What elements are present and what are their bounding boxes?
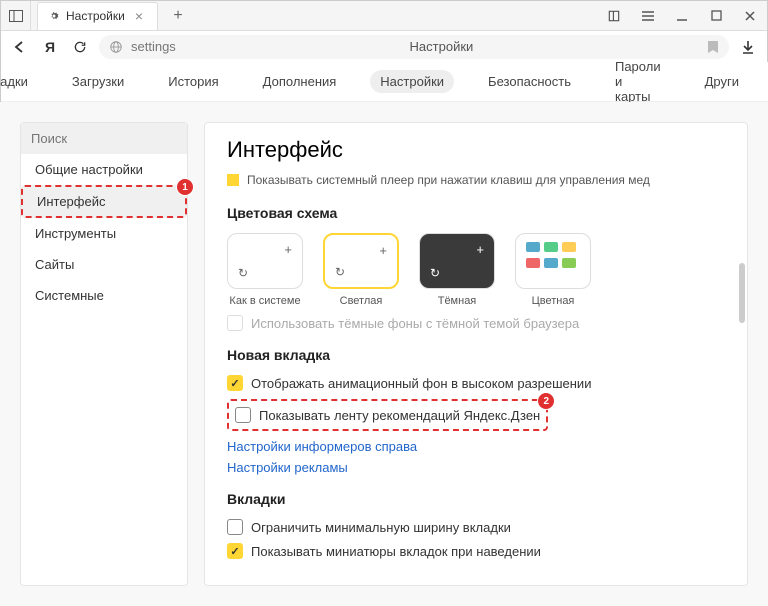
settings-nav: Закладки Загрузки История Дополнения Нас… <box>1 62 768 102</box>
theme-light[interactable]: +↻ Светлая <box>323 233 399 307</box>
globe-icon <box>109 40 123 54</box>
dark-bg-option-row: Использовать тёмные фоны с тёмной темой … <box>227 315 725 331</box>
thumbnails-option-row[interactable]: Показывать миниатюры вкладок при наведен… <box>227 543 725 559</box>
theme-label: Как в системе <box>229 295 300 307</box>
downloads-button[interactable] <box>737 36 759 58</box>
sidebar-item-system[interactable]: Системные <box>21 280 187 311</box>
sidebar-item-tools[interactable]: Инструменты <box>21 218 187 249</box>
nav-addons[interactable]: Дополнения <box>253 70 347 93</box>
checkbox-checked-icon[interactable] <box>227 174 239 186</box>
url-text: settings <box>131 39 176 54</box>
zen-feed-option-row[interactable]: Показывать ленту рекомендаций Яндекс.Дзе… <box>227 399 548 431</box>
tab-title: Настройки <box>66 9 125 23</box>
truncated-option-row: Показывать системный плеер при нажатии к… <box>227 173 725 187</box>
browser-tab[interactable]: Настройки × <box>37 2 158 30</box>
svg-text:Я: Я <box>45 39 55 55</box>
sidebar-item-sites[interactable]: Сайты <box>21 249 187 280</box>
page-heading: Интерфейс <box>227 137 725 163</box>
checkbox <box>227 315 243 331</box>
theme-system[interactable]: +↻ Как в системе <box>227 233 303 307</box>
option-label: Отображать анимационный фон в высоком ра… <box>251 376 591 391</box>
option-label: Ограничить минимальную ширину вкладки <box>251 520 511 535</box>
theme-label: Цветная <box>532 295 575 307</box>
truncated-option-label: Показывать системный плеер при нажатии к… <box>247 173 650 187</box>
bookmark-icon[interactable] <box>707 40 719 54</box>
titlebar: Настройки × + <box>1 1 767 31</box>
nav-history[interactable]: История <box>158 70 228 93</box>
panel-icon <box>9 10 23 22</box>
theme-color[interactable]: Цветная <box>515 233 591 307</box>
window-controls <box>597 1 767 31</box>
theme-label: Тёмная <box>438 295 477 307</box>
option-label: Показывать ленту рекомендаций Яндекс.Дзе… <box>259 408 540 423</box>
nav-downloads[interactable]: Загрузки <box>62 70 134 93</box>
section-tabs: Вкладки <box>227 491 725 507</box>
menu-button[interactable] <box>631 1 665 31</box>
option-label: Использовать тёмные фоны с тёмной темой … <box>251 316 579 331</box>
gear-icon <box>48 10 60 22</box>
nav-settings[interactable]: Настройки <box>370 70 454 93</box>
theme-label: Светлая <box>340 295 383 307</box>
nav-passwords[interactable]: Пароли и карты <box>605 55 671 108</box>
yandex-button[interactable]: Я <box>39 36 61 58</box>
checkbox[interactable] <box>227 519 243 535</box>
main-area: Общие настройки Интерфейс 1 Инструменты … <box>0 102 768 606</box>
minimize-button[interactable] <box>665 1 699 31</box>
scrollbar-thumb[interactable] <box>739 263 745 323</box>
section-new-tab: Новая вкладка <box>227 347 725 363</box>
min-width-option-row[interactable]: Ограничить минимальную ширину вкладки <box>227 519 725 535</box>
reader-mode-button[interactable] <box>597 1 631 31</box>
theme-dark[interactable]: +↻ Тёмная <box>419 233 495 307</box>
reload-button[interactable] <box>69 36 91 58</box>
sidebar-search-input[interactable] <box>21 123 187 154</box>
sidebar-item-label: Интерфейс <box>37 194 105 209</box>
checkbox[interactable] <box>227 375 243 391</box>
tab-close-button[interactable]: × <box>131 8 147 24</box>
nav-other[interactable]: Други <box>695 70 749 93</box>
settings-sidebar: Общие настройки Интерфейс 1 Инструменты … <box>20 122 188 586</box>
page-title: Настройки <box>184 39 699 54</box>
section-color-scheme: Цветовая схема <box>227 205 725 221</box>
settings-panel: Интерфейс Показывать системный плеер при… <box>204 122 748 586</box>
sidebar-item-interface[interactable]: Интерфейс 1 <box>21 185 187 218</box>
checkbox[interactable] <box>235 407 251 423</box>
checkbox[interactable] <box>227 543 243 559</box>
maximize-button[interactable] <box>699 1 733 31</box>
option-label: Показывать миниатюры вкладок при наведен… <box>251 544 541 559</box>
anim-bg-option-row[interactable]: Отображать анимационный фон в высоком ра… <box>227 375 725 391</box>
nav-security[interactable]: Безопасность <box>478 70 581 93</box>
new-tab-button[interactable]: + <box>166 4 190 28</box>
annotation-badge-1: 1 <box>177 179 193 195</box>
theme-picker: +↻ Как в системе +↻ Светлая +↻ Тёмная <box>227 233 725 307</box>
sidebar-item-general[interactable]: Общие настройки <box>21 154 187 185</box>
ads-link[interactable]: Настройки рекламы <box>227 460 725 475</box>
informers-link[interactable]: Настройки информеров справа <box>227 439 725 454</box>
nav-bookmarks[interactable]: Закладки <box>0 70 38 93</box>
back-button[interactable] <box>9 36 31 58</box>
panel-toggle[interactable] <box>1 1 31 31</box>
close-button[interactable] <box>733 1 767 31</box>
annotation-badge-2: 2 <box>538 393 554 409</box>
